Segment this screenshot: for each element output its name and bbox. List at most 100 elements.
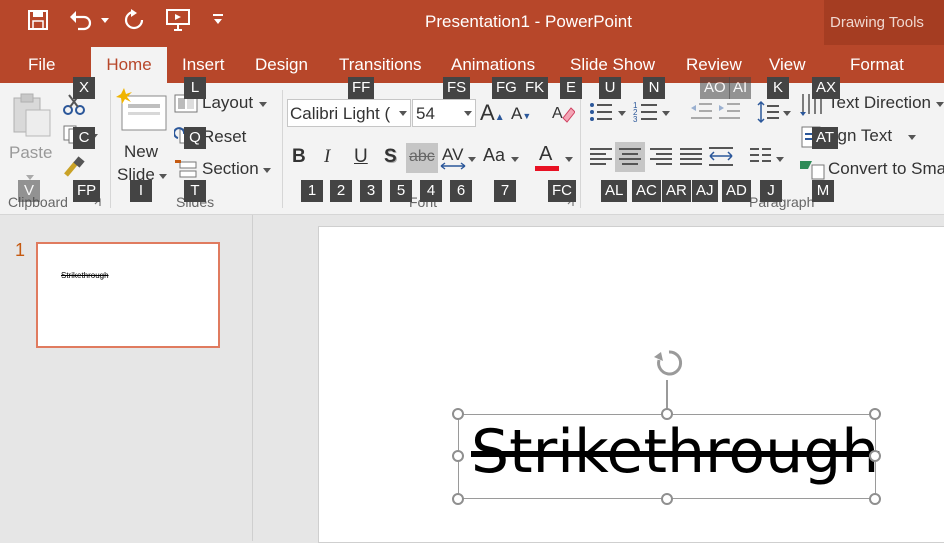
- keytip-badge: U: [599, 77, 621, 99]
- bullets-dropdown-icon[interactable]: [618, 111, 626, 116]
- save-icon[interactable]: [27, 9, 49, 31]
- character-spacing-dropdown-icon[interactable]: [468, 157, 476, 162]
- section-label[interactable]: Section: [202, 159, 259, 179]
- font-name-dropdown-icon[interactable]: [399, 111, 407, 116]
- italic-button[interactable]: I: [324, 146, 330, 168]
- keytip-badge: FP: [73, 180, 101, 202]
- keytip-badge: T: [184, 180, 206, 202]
- tab-file[interactable]: File: [28, 53, 55, 83]
- strikethrough-label: abc: [409, 148, 435, 165]
- layout-label[interactable]: Layout: [202, 93, 253, 113]
- undo-dropdown-icon[interactable]: [101, 18, 109, 23]
- resize-handle[interactable]: [452, 450, 464, 462]
- numbering-dropdown-icon[interactable]: [662, 111, 670, 116]
- resize-handle[interactable]: [661, 408, 673, 420]
- keytip-badge: FC: [548, 180, 576, 202]
- keytip-badge: FK: [521, 77, 549, 99]
- decrease-indent-icon[interactable]: [689, 101, 713, 123]
- customize-qat-line: [213, 14, 223, 16]
- slide-number: 1: [15, 240, 26, 260]
- font-color-button[interactable]: A: [539, 143, 552, 166]
- slide-thumbnail-text: Strikethrough: [61, 271, 109, 280]
- keytip-badge: 4: [420, 180, 442, 202]
- text-shadow-button[interactable]: S: [384, 146, 397, 168]
- keytip-badge: C: [73, 127, 95, 149]
- svg-text:A: A: [552, 105, 563, 122]
- undo-icon[interactable]: [68, 9, 94, 31]
- keytip-badge: AX: [812, 77, 841, 99]
- keytip-badge: AJ: [692, 180, 718, 202]
- change-case-dropdown-icon[interactable]: [511, 157, 519, 162]
- start-from-beginning-icon[interactable]: [165, 8, 193, 32]
- font-name-value: Calibri Light (: [290, 104, 391, 123]
- tab-home[interactable]: Home: [91, 47, 167, 83]
- align-right-icon[interactable]: [649, 146, 673, 168]
- rotate-handle-icon[interactable]: [651, 346, 687, 382]
- slide-thumbnail-1[interactable]: [36, 242, 220, 348]
- line-spacing-icon[interactable]: [756, 100, 780, 124]
- distributed-icon[interactable]: [708, 145, 734, 169]
- keytip-badge: AL: [601, 180, 628, 202]
- bold-button[interactable]: B: [292, 146, 306, 168]
- line-spacing-dropdown-icon[interactable]: [783, 111, 791, 116]
- context-tab-group-label: Drawing Tools: [830, 14, 924, 31]
- customize-qat-icon[interactable]: [214, 19, 222, 24]
- decrease-font-size-icon[interactable]: A▼: [511, 104, 531, 124]
- change-case-button[interactable]: Aa: [483, 145, 505, 166]
- keytip-badge: Q: [184, 127, 206, 149]
- align-text-label[interactable]: lign Text: [830, 126, 892, 146]
- layout-dropdown-icon[interactable]: [259, 102, 267, 107]
- increase-font-size-icon[interactable]: A▲: [480, 100, 505, 126]
- section-icon[interactable]: [174, 158, 198, 180]
- reset-label[interactable]: Reset: [202, 127, 246, 147]
- tab-design[interactable]: Design: [255, 53, 308, 83]
- paste-label[interactable]: Paste: [9, 143, 52, 163]
- keytip-badge: L: [184, 77, 206, 99]
- text-direction-dropdown-icon[interactable]: [936, 102, 944, 107]
- new-slide-icon[interactable]: [116, 88, 170, 134]
- font-color-dropdown-icon[interactable]: [565, 157, 573, 162]
- svg-text:3: 3: [633, 115, 638, 124]
- keytip-badge: AI: [729, 77, 752, 99]
- columns-dropdown-icon[interactable]: [776, 157, 784, 162]
- keytip-badge: 6: [450, 180, 472, 202]
- bullets-icon[interactable]: [589, 101, 613, 123]
- align-center-icon: [619, 148, 641, 165]
- text-direction-label[interactable]: Text Direction: [828, 93, 931, 113]
- resize-handle[interactable]: [869, 450, 881, 462]
- resize-handle[interactable]: [452, 408, 464, 420]
- underline-button[interactable]: U: [354, 146, 368, 168]
- separator: [282, 90, 283, 208]
- numbering-icon[interactable]: 1 2 3: [633, 100, 659, 124]
- resize-handle[interactable]: [869, 493, 881, 505]
- clear-formatting-icon[interactable]: A: [551, 100, 575, 124]
- keytip-badge: FS: [443, 77, 471, 99]
- convert-to-smartart-label[interactable]: Convert to Sma: [828, 159, 944, 179]
- separator: [110, 90, 111, 208]
- paste-icon[interactable]: [10, 92, 54, 138]
- textbox-content[interactable]: Strikethrough: [471, 417, 879, 487]
- window-title: Presentation1 - PowerPoint: [425, 12, 632, 31]
- keytip-badge: 7: [494, 180, 516, 202]
- tab-format[interactable]: Format: [850, 53, 904, 83]
- keytip-badge: J: [760, 180, 782, 202]
- format-painter-icon[interactable]: [62, 155, 86, 179]
- resize-handle[interactable]: [452, 493, 464, 505]
- section-dropdown-icon[interactable]: [263, 168, 271, 173]
- new-slide-dropdown-icon[interactable]: [159, 174, 167, 179]
- keytip-badge: X: [73, 77, 95, 99]
- align-text-dropdown-icon[interactable]: [908, 135, 916, 140]
- justify-icon[interactable]: [679, 146, 703, 168]
- resize-handle[interactable]: [661, 493, 673, 505]
- convert-to-smartart-icon[interactable]: [798, 157, 826, 181]
- increase-indent-icon[interactable]: [717, 101, 741, 123]
- new-slide-label-1[interactable]: New: [124, 142, 158, 162]
- resize-handle[interactable]: [869, 408, 881, 420]
- keytip-badge: 3: [360, 180, 382, 202]
- redo-icon[interactable]: [123, 9, 145, 31]
- keytip-badge: V: [18, 180, 40, 202]
- keytip-badge: AD: [722, 180, 751, 202]
- columns-icon[interactable]: [749, 146, 773, 168]
- align-left-icon[interactable]: [589, 146, 613, 168]
- font-size-dropdown-icon[interactable]: [464, 111, 472, 116]
